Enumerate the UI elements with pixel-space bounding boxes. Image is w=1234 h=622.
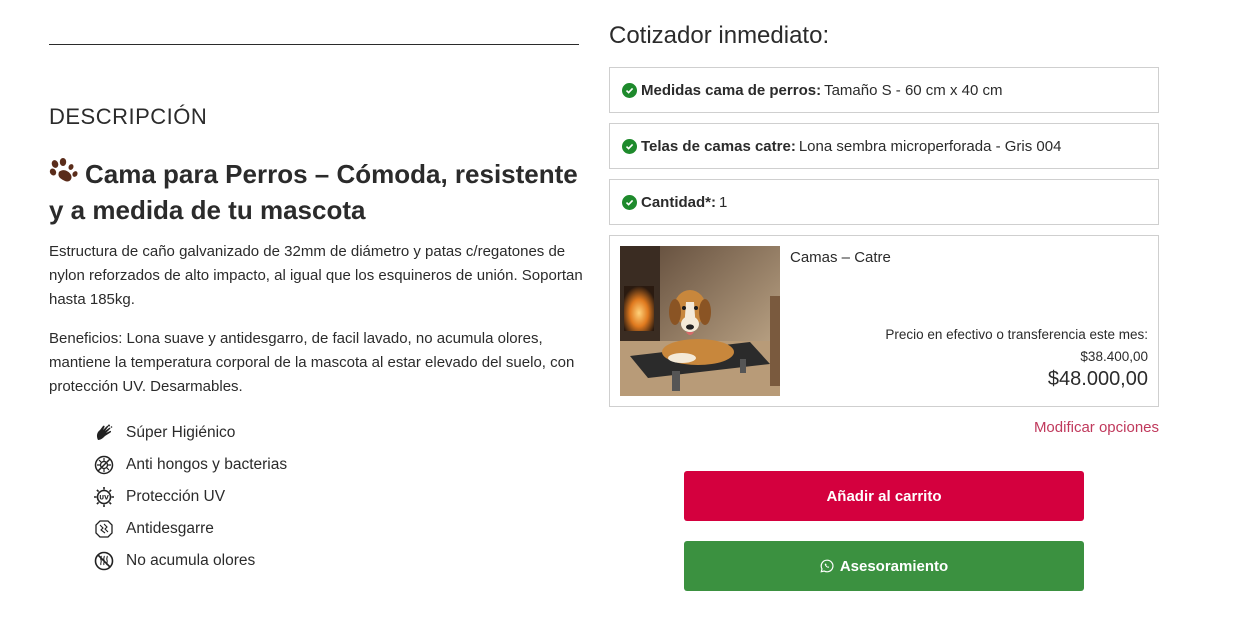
features-list: Súper Higiénico Anti hongos y bacterias … — [93, 417, 287, 577]
option-fabric: Telas de camas catre: Lona sembra microp… — [609, 123, 1159, 169]
quote-title: Cotizador inmediato: — [609, 22, 830, 49]
option-quantity: Cantidad*: 1 — [609, 179, 1159, 225]
option-value: Lona sembra microperforada - Gris 004 — [798, 137, 1062, 155]
modify-options-link[interactable]: Modificar opciones — [1034, 419, 1159, 436]
product-title-text: Cama para Perros – Cómoda, resistente y … — [49, 159, 578, 225]
option-value: 1 — [719, 193, 728, 211]
cash-price: $38.400,00 — [1080, 349, 1148, 364]
total-price: $48.000,00 — [1047, 368, 1148, 390]
uv-icon: UV — [93, 486, 115, 508]
product-summary: Camas – Catre Precio en efectivo o trans… — [609, 235, 1159, 407]
feature-label: Protección UV — [126, 488, 226, 505]
check-icon — [622, 138, 637, 154]
feature-label: Antidesgarre — [126, 520, 214, 537]
benefits-paragraph: Beneficios: Lona suave y antidesgarro, d… — [49, 330, 575, 395]
anti-tear-icon — [93, 518, 115, 540]
feature-item: Súper Higiénico — [93, 417, 287, 449]
option-value: Tamaño S - 60 cm x 40 cm — [824, 81, 1003, 99]
add-to-cart-button[interactable]: Añadir al carrito — [684, 471, 1084, 521]
cash-price-note: Precio en efectivo o transferencia este … — [885, 324, 1148, 368]
feature-item: UV Protección UV — [93, 481, 287, 513]
hand-wash-icon — [93, 422, 115, 444]
paw-icon — [49, 158, 78, 182]
advice-label: Asesoramiento — [839, 557, 949, 575]
cash-note-text: Precio en efectivo o transferencia este … — [885, 327, 1148, 342]
check-icon — [622, 194, 637, 210]
whatsapp-icon — [820, 559, 834, 573]
feature-label: Súper Higiénico — [126, 424, 236, 441]
no-odor-icon — [93, 550, 115, 572]
feature-label: No acumula olores — [126, 552, 256, 569]
svg-text:UV: UV — [99, 495, 109, 502]
option-label: Telas de camas catre: — [641, 137, 796, 155]
check-icon — [622, 82, 637, 98]
option-label: Medidas cama de perros: — [641, 81, 822, 99]
description-heading: DESCRIPCIÓN — [49, 104, 208, 129]
feature-item: Antidesgarre — [93, 513, 287, 545]
anti-bacteria-icon — [93, 454, 115, 476]
divider — [49, 44, 579, 45]
description-paragraph: Estructura de caño galvanizado de 32mm d… — [49, 243, 583, 308]
whatsapp-advice-button[interactable]: Asesoramiento — [684, 541, 1084, 591]
feature-label: Anti hongos y bacterias — [126, 456, 288, 473]
option-size: Medidas cama de perros: Tamaño S - 60 cm… — [609, 67, 1159, 113]
option-label: Cantidad*: — [641, 193, 716, 211]
summary-product-name: Camas – Catre — [790, 249, 891, 266]
add-to-cart-label: Añadir al carrito — [826, 487, 942, 505]
feature-item: No acumula olores — [93, 545, 287, 577]
product-image — [620, 246, 780, 396]
feature-item: Anti hongos y bacterias — [93, 449, 287, 481]
product-title: Cama para Perros – Cómoda, resistente y … — [49, 156, 579, 228]
